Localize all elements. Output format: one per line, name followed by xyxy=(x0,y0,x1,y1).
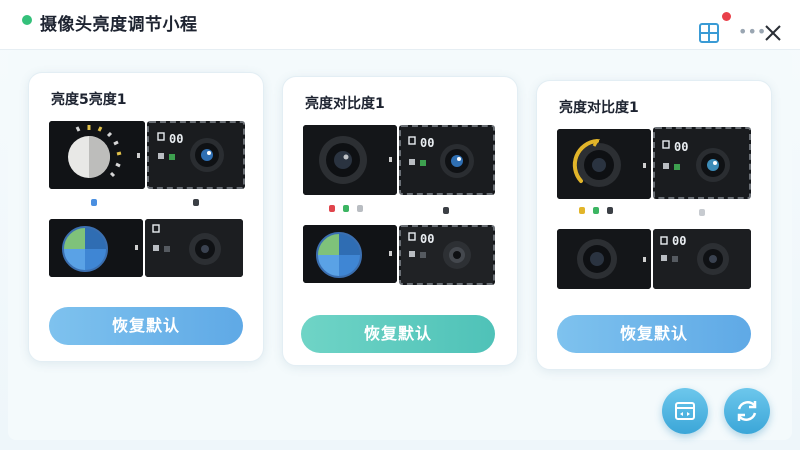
more-icon[interactable]: ••• xyxy=(738,22,766,42)
refresh-icon xyxy=(737,401,757,421)
card-title: 亮度对比度1 xyxy=(559,100,639,116)
status-led xyxy=(579,207,585,214)
window-title: 摄像头亮度调节小程 xyxy=(40,15,198,35)
status-leds xyxy=(443,207,449,214)
status-led xyxy=(607,207,613,214)
reset-default-button[interactable]: 恢复默认 xyxy=(557,315,751,353)
main-content: 亮度5亮度1 00 恢复默认 亮度对比度1 00 00 恢复默认 亮度对比度1 … xyxy=(8,50,792,440)
layout-toggle-button[interactable] xyxy=(662,388,708,434)
status-led xyxy=(699,209,705,216)
reset-default-button[interactable]: 恢复默认 xyxy=(301,315,495,353)
camera-preview[interactable]: 00 xyxy=(399,125,495,195)
close-icon[interactable] xyxy=(762,22,784,44)
notification-badge xyxy=(722,12,731,21)
brightness-dial-preview[interactable] xyxy=(49,121,145,189)
grid-icon[interactable] xyxy=(698,22,720,44)
camera-card-1: 亮度5亮度1 00 恢复默认 xyxy=(28,72,264,362)
camera-preview[interactable] xyxy=(303,125,397,195)
layout-toggle-icon xyxy=(675,402,695,420)
status-leds xyxy=(579,207,613,214)
contrast-pie-preview[interactable] xyxy=(303,225,397,283)
card-title: 亮度对比度1 xyxy=(305,96,385,112)
camera-counter: 00 xyxy=(674,140,689,154)
status-led xyxy=(343,205,349,212)
status-led xyxy=(443,207,449,214)
camera-preview[interactable]: 00 xyxy=(399,225,495,285)
reset-default-button[interactable]: 恢复默认 xyxy=(49,307,243,345)
camera-card-2: 亮度对比度1 00 00 恢复默认 xyxy=(282,76,518,366)
camera-preview[interactable]: 00 xyxy=(147,121,245,189)
camera-preview[interactable] xyxy=(145,219,243,277)
app-window: 摄像头亮度调节小程 ••• 亮度5亮度1 00 恢复默认 亮度对比度1 00 0… xyxy=(0,0,800,450)
status-leds xyxy=(329,205,363,212)
status-leds xyxy=(91,199,97,206)
contrast-pie-preview[interactable] xyxy=(49,219,143,277)
camera-counter: 00 xyxy=(672,234,687,248)
status-led xyxy=(593,207,599,214)
camera-preview[interactable]: 00 xyxy=(653,229,751,289)
status-led xyxy=(357,205,363,212)
refresh-button[interactable] xyxy=(724,388,770,434)
status-leds xyxy=(193,199,199,206)
camera-counter: 00 xyxy=(420,136,435,150)
camera-counter: 00 xyxy=(420,232,435,246)
card-title: 亮度5亮度1 xyxy=(51,92,127,108)
status-led xyxy=(329,205,335,212)
status-led xyxy=(91,199,97,206)
camera-card-3: 亮度对比度1 00 00 恢复默认 xyxy=(536,80,772,370)
status-dot xyxy=(22,15,32,25)
status-leds xyxy=(699,209,705,216)
camera-preview[interactable]: 00 xyxy=(653,127,751,199)
title-bar: 摄像头亮度调节小程 ••• xyxy=(0,0,800,50)
status-led xyxy=(193,199,199,206)
brightness-ring-preview[interactable] xyxy=(557,129,651,199)
camera-preview[interactable] xyxy=(557,229,651,289)
camera-counter: 00 xyxy=(169,132,184,146)
